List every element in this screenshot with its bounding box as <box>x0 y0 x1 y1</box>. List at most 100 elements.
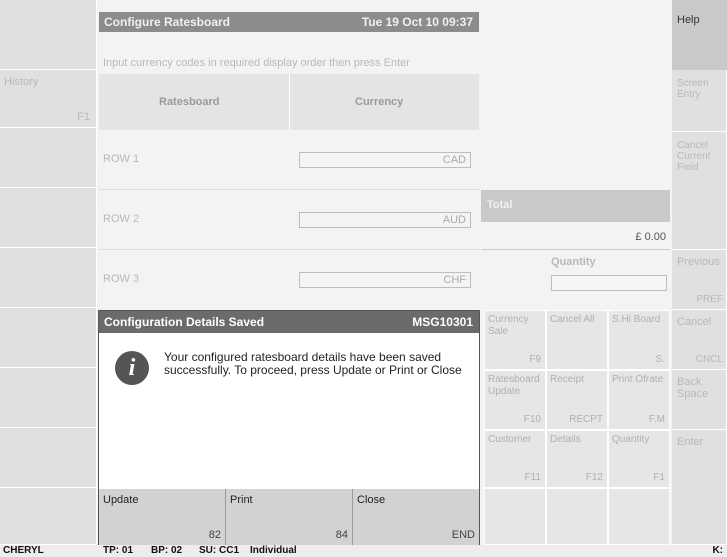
quantity-field[interactable] <box>551 275 667 291</box>
key-code: F12 <box>585 472 603 483</box>
cancel-current-field-key[interactable]: Cancel Current Field <box>672 132 727 250</box>
board-key[interactable]: S.Hi Board S. <box>608 310 670 370</box>
status-su: SU: CC1 <box>199 545 240 556</box>
blank-key[interactable] <box>484 488 546 545</box>
back-space-label: Back Space <box>677 376 709 400</box>
left-tile-3 <box>0 188 97 248</box>
message-dialog: Configuration Details Saved MSG10301 i Y… <box>98 310 480 545</box>
previous-label: Previous <box>677 256 720 268</box>
key-code: F9 <box>529 354 541 365</box>
button-label: Print <box>230 494 253 506</box>
cancel-label: Cancel <box>677 316 712 328</box>
print-button[interactable]: Print 84 <box>226 489 353 545</box>
dialog-code: MSG10301 <box>412 315 473 329</box>
quantity-label: Quantity <box>551 256 596 268</box>
cancel-all-key[interactable]: Cancel All <box>546 310 608 370</box>
currency-field[interactable]: CHF <box>299 272 471 288</box>
blank-key[interactable] <box>546 488 608 545</box>
info-icon: i <box>115 351 149 385</box>
header-divider <box>289 74 290 130</box>
enter-label: Enter <box>677 436 704 448</box>
update-button[interactable]: Update 82 <box>99 489 226 545</box>
status-mode: Individual <box>250 545 297 556</box>
key-code: F11 <box>524 472 542 483</box>
button-code: END <box>451 529 475 541</box>
window-title-bar: Configure Ratesboard Tue 19 Oct 10 09:37 <box>99 12 479 32</box>
blank-key[interactable] <box>608 488 670 545</box>
left-tile-5 <box>0 308 97 368</box>
currency-field[interactable]: CAD <box>299 152 471 168</box>
row-label: ROW 3 <box>103 273 140 285</box>
window-datetime: Tue 19 Oct 10 09:37 <box>361 15 473 29</box>
previous-key-code: PREF <box>696 294 723 305</box>
cancel-key-code: CNCL <box>695 354 723 365</box>
button-label: Update <box>103 494 139 506</box>
dialog-title: Configuration Details Saved <box>104 315 265 329</box>
key-label: Customer <box>488 434 532 445</box>
header-ratesboard: Ratesboard <box>159 96 220 108</box>
key-label: Print Ofrate <box>612 374 664 385</box>
status-tp: TP: 01 <box>103 545 134 556</box>
key-label: Details <box>550 434 581 445</box>
total-header: Total <box>481 190 670 222</box>
key-label: Receipt <box>550 374 584 385</box>
history-key[interactable]: History F1 <box>0 70 97 128</box>
key-label: Quantity <box>612 434 650 445</box>
key-label: Currency Sale <box>488 314 529 337</box>
button-code: 84 <box>335 529 348 541</box>
key-code: F1 <box>653 472 665 483</box>
key-code: F10 <box>523 414 541 425</box>
quantity-key[interactable]: Quantity F1 <box>608 430 670 488</box>
print-ofrate-key[interactable]: Print Ofrate F.M <box>608 370 670 430</box>
total-label: Total <box>487 199 513 211</box>
key-code: F.M <box>648 414 665 425</box>
left-tile-4 <box>0 248 97 308</box>
key-code: S. <box>655 354 665 365</box>
screen-entry-label: Screen Entry <box>677 78 709 100</box>
table-row: ROW 3 CHF <box>99 250 479 308</box>
table-header: Ratesboard Currency <box>99 74 479 130</box>
previous-key[interactable]: Previous PREF <box>672 250 727 310</box>
cancel-current-label: Cancel Current Field <box>677 140 711 173</box>
key-label: S.Hi Board <box>612 314 661 325</box>
table-row: ROW 1 CAD <box>99 130 479 190</box>
key-label: Ratesboard Update <box>488 374 540 397</box>
currency-sale-key[interactable]: Currency Sale F9 <box>484 310 546 370</box>
row-label: ROW 1 <box>103 153 140 165</box>
key-label: Cancel All <box>550 314 595 325</box>
receipt-key[interactable]: Receipt RECPT <box>546 370 608 430</box>
dialog-message: Your configured ratesboard details have … <box>164 350 462 377</box>
left-blank-tile <box>0 0 97 70</box>
left-tile-6 <box>0 368 97 428</box>
back-space-key[interactable]: Back Space <box>672 370 727 430</box>
row-label: ROW 2 <box>103 213 140 225</box>
key-code: RECPT <box>569 414 603 425</box>
status-user: CHERYL <box>3 545 44 556</box>
customer-key[interactable]: Customer F11 <box>484 430 546 488</box>
left-tile-2 <box>0 128 97 188</box>
help-key[interactable]: Help <box>672 0 727 70</box>
left-tile-8 <box>0 488 97 545</box>
close-button[interactable]: Close END <box>353 489 479 545</box>
status-bp: BP: 02 <box>151 545 183 556</box>
status-right: K: <box>712 545 723 556</box>
total-amount: £ 0.00 <box>635 231 666 243</box>
table-row: ROW 2 AUD <box>99 190 479 250</box>
screen-entry-key[interactable]: Screen Entry <box>672 70 727 132</box>
total-amount-row: £ 0.00 <box>481 222 670 250</box>
button-label: Close <box>357 494 386 506</box>
left-tile-7 <box>0 428 97 488</box>
history-key-code: F1 <box>77 111 90 123</box>
instruction-text: Input currency codes in required display… <box>103 57 410 69</box>
enter-key[interactable]: Enter <box>672 430 727 545</box>
button-code: 82 <box>208 529 221 541</box>
details-key[interactable]: Details F12 <box>546 430 608 488</box>
ratesboard-update-key[interactable]: Ratesboard Update F10 <box>484 370 546 430</box>
dialog-title-bar: Configuration Details Saved MSG10301 <box>99 311 479 333</box>
help-label: Help <box>677 14 700 26</box>
cancel-key[interactable]: Cancel CNCL <box>672 310 727 370</box>
currency-field[interactable]: AUD <box>299 212 471 228</box>
header-currency: Currency <box>355 96 404 108</box>
window-title: Configure Ratesboard <box>104 15 231 29</box>
history-label: History <box>4 76 39 88</box>
